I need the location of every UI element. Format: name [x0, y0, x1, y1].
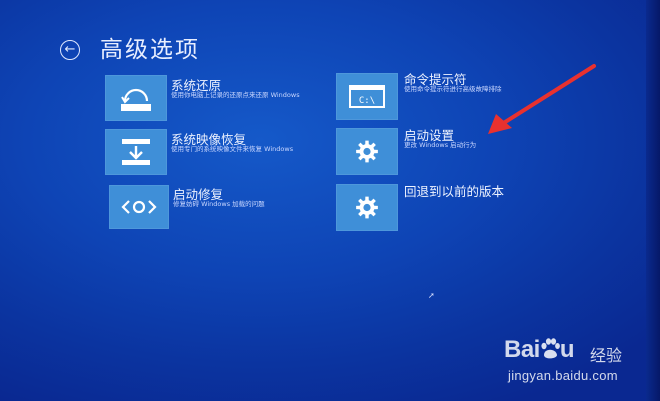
watermark-url: jingyan.baidu.com [508, 368, 618, 383]
gear-icon [336, 184, 398, 231]
startup-repair-icon [109, 185, 169, 229]
recovery-screen: ← 高级选项 系统还原 使用你电脑上记录的还原点来还原 Windows 系统映像… [0, 0, 660, 401]
option-description: 使用你电脑上记录的还原点来还原 Windows [171, 91, 300, 99]
baidu-logo: Bai u [504, 336, 575, 363]
page-title: 高级选项 [100, 37, 200, 63]
back-button[interactable]: ← [60, 40, 80, 60]
monitor-bezel [646, 0, 660, 401]
option-description: 更改 Windows 启动行为 [404, 141, 477, 149]
option-description: 使用专门的系统映像文件来恢复 Windows [171, 145, 294, 153]
red-arrow-icon [488, 64, 596, 134]
watermark-cn-label: 经验 [590, 346, 623, 365]
image-recovery-icon [105, 129, 167, 175]
command-prompt-icon: C:\ [336, 73, 398, 120]
command-prompt-glyph: C:\ [359, 96, 375, 106]
mouse-cursor-icon: ➚ [428, 291, 435, 300]
restore-icon [105, 75, 167, 121]
gear-icon [336, 128, 398, 175]
option-title: 回退到以前的版本 [404, 184, 505, 199]
option-description: 修复妨碍 Windows 加载的问题 [173, 200, 265, 208]
paw-icon [541, 338, 560, 359]
arrow-left-icon: ← [64, 42, 76, 57]
baidu-watermark: Bai u 经验 jingyan.baidu.com [504, 332, 649, 390]
